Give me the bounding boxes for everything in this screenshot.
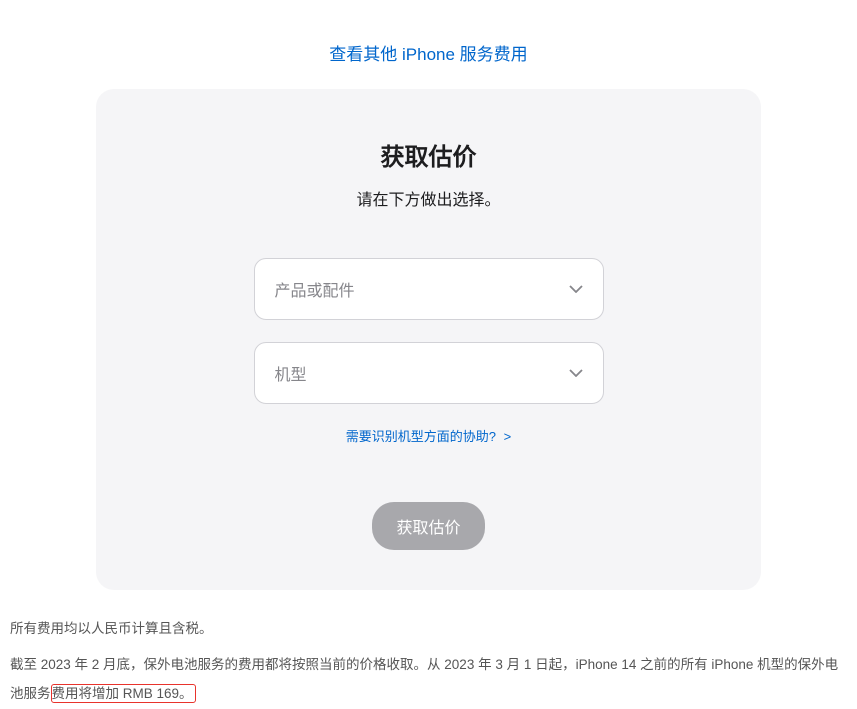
footer-line-1: 所有费用均以人民币计算且含税。 (10, 614, 847, 644)
model-dropdown-placeholder: 机型 (275, 361, 307, 385)
card-title: 获取估价 (136, 137, 721, 172)
other-services-link[interactable]: 查看其他 iPhone 服务费用 (329, 45, 527, 64)
card-subtitle: 请在下方做出选择。 (136, 186, 721, 210)
product-dropdown-placeholder: 产品或配件 (275, 277, 355, 301)
help-link-label: 需要识别机型方面的协助? (346, 429, 496, 444)
estimate-card: 获取估价 请在下方做出选择。 产品或配件 机型 需要识别机型方面的协助? > 获… (96, 89, 761, 590)
chevron-right-icon: > (504, 429, 512, 444)
model-dropdown[interactable]: 机型 (254, 342, 604, 404)
price-increase-highlight: 费用将增加 RMB 169。 (51, 684, 196, 703)
get-estimate-button[interactable]: 获取估价 (372, 502, 484, 550)
footer-notes: 所有费用均以人民币计算且含税。 截至 2023 年 2 月底，保外电池服务的费用… (0, 590, 857, 709)
identify-model-help-link[interactable]: 需要识别机型方面的协助? > (346, 429, 511, 444)
other-services-link-wrapper: 查看其他 iPhone 服务费用 (0, 0, 857, 89)
chevron-down-icon (569, 285, 583, 293)
product-dropdown[interactable]: 产品或配件 (254, 258, 604, 320)
footer-line-2: 截至 2023 年 2 月底，保外电池服务的费用都将按照当前的价格收取。从 20… (10, 650, 847, 709)
identify-model-help: 需要识别机型方面的协助? > (136, 426, 721, 446)
chevron-down-icon (569, 369, 583, 377)
